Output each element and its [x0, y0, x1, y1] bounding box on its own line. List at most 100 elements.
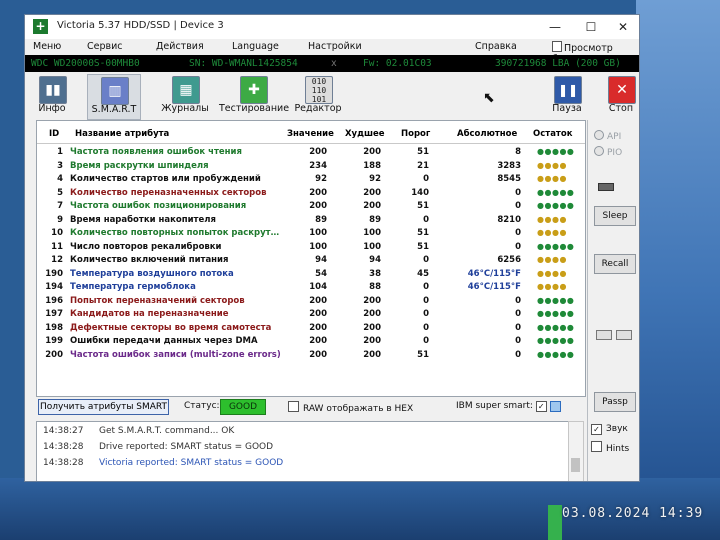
attr-id: 5 — [57, 187, 63, 198]
device-close[interactable]: x — [331, 58, 337, 69]
attr-id: 199 — [45, 336, 63, 346]
attr-remaining: ●●●●● — [537, 241, 575, 251]
indicator-led — [598, 183, 614, 191]
device-model[interactable]: WDC WD20000S-00MHB0 — [31, 58, 140, 69]
log-time: 14:38:28 — [43, 442, 84, 452]
minimize-button[interactable]: — — [541, 18, 569, 36]
smart-button[interactable]: ▥ S.M.A.R.T — [87, 74, 141, 120]
column-header-value[interactable]: Значение — [287, 129, 334, 139]
menu-settings[interactable]: Настройки — [308, 41, 362, 52]
attr-remaining: ●●●● — [537, 214, 567, 224]
menu-main[interactable]: Меню — [33, 41, 61, 52]
passp-button[interactable]: Passp — [594, 392, 636, 412]
menu-actions[interactable]: Действия — [156, 41, 204, 52]
column-header-worst[interactable]: Худшее — [345, 129, 385, 139]
attr-raw: 8545 — [497, 174, 521, 184]
table-row[interactable]: 196 Попыток переназначений секторов 200 200… — [37, 296, 585, 309]
pio-radio[interactable]: PIO — [594, 146, 622, 158]
attr-value: 200 — [309, 201, 327, 211]
test-button[interactable]: ✚ Тестирование — [219, 74, 289, 118]
api-radio[interactable]: API — [594, 130, 621, 142]
editor-button[interactable]: 010 110 101 Редактор — [293, 74, 343, 118]
log-time: 14:38:27 — [43, 426, 84, 436]
close-window-button[interactable]: ✕ — [609, 18, 637, 36]
stop-button[interactable]: ✕ Стоп — [603, 74, 639, 118]
table-row[interactable]: 11 Число повторов рекалибровки 100 100 51 0 ●●… — [37, 242, 585, 255]
attr-name: Температура гермоблока — [70, 282, 196, 292]
hints-checkbox[interactable]: Hints — [591, 441, 629, 454]
attr-threshold: 51 — [417, 201, 429, 211]
title-bar: + Victoria 5.37 HDD/SSD | Device 3 — ☐ ✕ — [25, 15, 639, 39]
logs-button[interactable]: ▦ Журналы — [159, 74, 211, 118]
menu-help[interactable]: Справка — [475, 41, 517, 52]
device-firmware: Fw: 02.01C03 — [363, 58, 432, 69]
log-message: Victoria reported: SMART status = GOOD — [99, 458, 284, 468]
attr-name: Количество стартов или пробуждений — [70, 174, 261, 184]
table-row[interactable]: 3 Время раскрутки шпинделя 234 188 21 3283 ●●●… — [37, 161, 585, 174]
attr-raw: 8210 — [497, 214, 521, 225]
table-row[interactable]: 9 Время наработки накопителя 89 89 0 8210 ●●●● — [37, 215, 585, 228]
checkbox-checked-icon: ✓ — [591, 424, 602, 435]
info-icon: ▮▮ — [39, 76, 67, 104]
log-scrollbar[interactable] — [568, 421, 584, 481]
table-row[interactable]: 1 Частота появления ошибок чтения 200 200 51… — [37, 147, 585, 160]
info-button[interactable]: ▮▮ Инфо — [31, 74, 73, 118]
sound-checkbox[interactable]: ✓ Звук — [591, 424, 628, 435]
attr-remaining: ●●●●● — [537, 349, 575, 359]
attr-value: 100 — [309, 228, 327, 238]
ibm-super-smart-checkbox[interactable]: IBM super smart: ✓ — [456, 401, 551, 412]
raw-hex-checkbox[interactable]: RAW отображать в HEX — [288, 401, 413, 414]
attr-name: Частота появления ошибок чтения — [70, 147, 242, 157]
attr-id: 11 — [51, 241, 63, 252]
attr-raw: 0 — [515, 228, 521, 238]
recall-button[interactable]: Recall — [594, 254, 636, 274]
table-row[interactable]: 4 Количество стартов или пробуждений 92 92 0… — [37, 174, 585, 187]
column-header-raw[interactable]: Абсолютное — [457, 129, 517, 139]
attr-worst: 89 — [369, 214, 381, 225]
ibm-color-box[interactable] — [550, 401, 561, 412]
table-row[interactable]: 200 Частота ошибок записи (multi-zone err… — [37, 350, 585, 363]
table-row[interactable]: 12 Количество включений питания 94 94 0 6256 ●… — [37, 255, 585, 268]
attr-remaining: ●●●● — [537, 160, 567, 170]
photo-timestamp: 03.08.2024 14:39 — [562, 506, 704, 521]
toolbar: ▮▮ Инфо ▥ S.M.A.R.T ▦ Журналы ✚ Тестиров… — [25, 72, 639, 120]
column-header-name[interactable]: Название атрибута — [75, 129, 169, 139]
attr-raw: 0 — [515, 309, 521, 319]
attr-remaining: ●●●● — [537, 268, 567, 278]
table-row[interactable]: 197 Кандидатов на переназначение 200 200 0 0 ●… — [37, 309, 585, 322]
sleep-button[interactable]: Sleep — [594, 206, 636, 226]
radio-icon — [594, 146, 604, 156]
pause-button[interactable]: ❚❚ Пауза — [547, 74, 587, 118]
pause-icon: ❚❚ — [554, 76, 582, 104]
maximize-button[interactable]: ☐ — [577, 18, 605, 36]
attr-remaining: ●●●●● — [537, 201, 575, 210]
table-row[interactable]: 10 Количество повторных попыток раскрут… 1… — [37, 228, 585, 241]
menu-service[interactable]: Сервис — [87, 41, 123, 52]
attr-value: 200 — [309, 322, 327, 333]
table-header-divider — [37, 143, 585, 144]
scrollbar-thumb[interactable] — [571, 458, 580, 472]
attr-remaining: ●●●●● — [537, 336, 575, 345]
table-row[interactable]: 5 Количество переназначенных секторов 200 2… — [37, 188, 585, 201]
attr-name: Дефектные секторы во время самотеста — [70, 322, 272, 333]
table-row[interactable]: 198 Дефектные секторы во время самотеста 2… — [37, 323, 585, 336]
attr-worst: 188 — [363, 160, 381, 171]
get-smart-button[interactable]: Получить атрибуты SMART — [38, 399, 169, 415]
table-row[interactable]: 194 Температура гермоблока 104 88 0 46°C/115°… — [37, 282, 585, 295]
attr-raw: 0 — [515, 336, 521, 346]
table-row[interactable]: 199 Ошибки передачи данных через DMA 200 20… — [37, 336, 585, 349]
victoria-window: + Victoria 5.37 HDD/SSD | Device 3 — ☐ ✕… — [24, 14, 640, 482]
column-header-threshold[interactable]: Порог — [401, 129, 430, 139]
attr-remaining: ●●●●● — [537, 322, 575, 332]
column-header-id[interactable]: ID — [49, 129, 59, 139]
attr-threshold: 51 — [417, 147, 429, 157]
attr-name: Количество включений питания — [70, 255, 229, 265]
indicator-box-right — [616, 330, 632, 340]
info-label: Инфо — [38, 103, 66, 114]
attr-worst: 200 — [363, 147, 381, 157]
table-row[interactable]: 7 Частота ошибок позиционирования 200 200 51… — [37, 201, 585, 214]
column-header-remaining[interactable]: Остаток — [533, 129, 572, 139]
table-row[interactable]: 190 Температура воздушного потока 54 38 45 46… — [37, 269, 585, 282]
log-time: 14:38:28 — [43, 458, 84, 468]
menu-language[interactable]: Language — [232, 41, 279, 52]
